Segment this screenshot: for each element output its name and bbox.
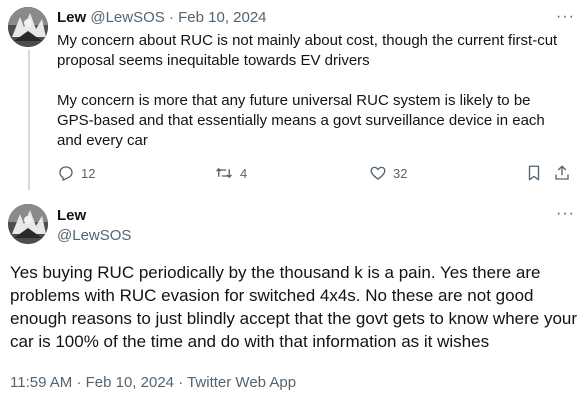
meta-separator: · xyxy=(76,374,82,391)
tweet-date[interactable]: Feb 10, 2024 xyxy=(178,9,266,26)
avatar[interactable] xyxy=(8,204,48,244)
share-button[interactable] xyxy=(553,163,571,183)
tweet-text: My concern about RUC is not mainly about… xyxy=(57,31,562,151)
bookmark-icon xyxy=(528,165,540,181)
thread-connector-line xyxy=(28,50,30,190)
more-icon[interactable]: ··· xyxy=(556,9,575,25)
repost-button[interactable]: 4 xyxy=(214,163,247,183)
author-name[interactable]: Lew xyxy=(57,9,86,26)
reply-icon xyxy=(59,166,73,181)
tweet-header: Lew @LewSOS · Feb 10, 2024 xyxy=(57,9,267,27)
tweet-source[interactable]: Twitter Web App xyxy=(187,374,296,391)
header-separator: · xyxy=(168,9,174,26)
reply-button[interactable]: 12 xyxy=(57,163,95,183)
tweet-date[interactable]: Feb 10, 2024 xyxy=(86,374,174,391)
repost-count: 4 xyxy=(240,165,248,181)
tweet-meta: 11:59 AM · Feb 10, 2024 · Twitter Web Ap… xyxy=(10,374,296,392)
author-handle[interactable]: @LewSOS xyxy=(57,227,131,245)
meta-separator: · xyxy=(178,374,184,391)
like-count: 32 xyxy=(393,165,408,181)
avatar[interactable] xyxy=(8,7,48,47)
tweet-text: Yes buying RUC periodically by the thous… xyxy=(10,263,578,351)
tweet-time[interactable]: 11:59 AM xyxy=(10,374,72,391)
tweet-paragraph: My concern is more that any future unive… xyxy=(57,92,545,149)
repost-icon xyxy=(216,167,232,179)
author-handle[interactable]: @LewSOS xyxy=(90,9,164,26)
tweet-paragraph: My concern about RUC is not mainly about… xyxy=(57,32,558,69)
heart-icon xyxy=(370,166,386,180)
author-name[interactable]: Lew xyxy=(57,207,86,225)
bookmark-button[interactable] xyxy=(525,163,543,183)
like-button[interactable]: 32 xyxy=(369,163,407,183)
more-icon[interactable]: ··· xyxy=(556,206,575,222)
share-icon xyxy=(555,165,569,180)
reply-count: 12 xyxy=(81,165,96,181)
tweet-actions: 12 4 32 xyxy=(57,163,577,183)
